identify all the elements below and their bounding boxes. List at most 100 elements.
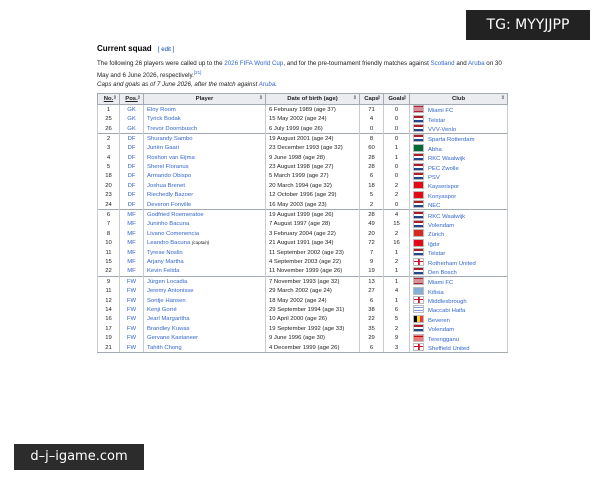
edit-link[interactable]: [ edit ]	[158, 47, 174, 53]
player-position[interactable]: FW	[119, 342, 144, 354]
player-name[interactable]: Joshua Brenet	[143, 181, 266, 191]
player-name[interactable]: Trevor Doornbusch	[143, 123, 266, 134]
player-position[interactable]: FW	[119, 295, 144, 306]
player-position[interactable]: DF	[119, 181, 144, 191]
player-name[interactable]: Juninho Bacuna	[143, 219, 266, 230]
player-position[interactable]: DF	[119, 153, 144, 163]
player-name[interactable]: Roshon van Eijma	[143, 153, 266, 163]
player-name[interactable]: Kevin Felida	[143, 266, 266, 277]
header-pos[interactable]: Pos. ⇕	[119, 93, 144, 106]
player-position[interactable]: FW	[119, 276, 144, 287]
player-name[interactable]: Tyrick Bodak	[143, 114, 266, 124]
player-name[interactable]: Juriën Gaari	[143, 143, 266, 154]
player-name[interactable]: Sherel Floranus	[143, 162, 266, 172]
player-position[interactable]: FW	[119, 314, 144, 325]
player-club[interactable]: Abha	[409, 143, 508, 154]
player-name[interactable]: Deveron Fonville	[143, 199, 266, 210]
reference-link[interactable]: [21]	[194, 70, 202, 75]
player-position[interactable]: DF	[119, 190, 144, 200]
player-position[interactable]: MF	[119, 219, 144, 230]
table-row: 7 MF Juninho Bacuna 7 August 1997 (age 28) 4…	[97, 219, 508, 230]
player-club[interactable]: Beveren	[409, 314, 508, 325]
player-club[interactable]: Kifisia	[409, 286, 508, 296]
player-position[interactable]: DF	[119, 171, 144, 182]
player-club[interactable]: RKC Waalwijk	[409, 153, 508, 163]
player-position[interactable]: DF	[119, 199, 144, 210]
player-name[interactable]: Shurandy Sambo	[143, 133, 266, 144]
player-club[interactable]: Konyaspor	[409, 190, 508, 200]
player-name[interactable]: Brandley Kuwas	[143, 324, 266, 334]
player-club[interactable]: Middlesbrough	[409, 295, 508, 306]
player-club[interactable]: Kayserispor	[409, 181, 508, 191]
player-position[interactable]: DF	[119, 162, 144, 172]
aruba-note-link[interactable]: Aruba	[259, 81, 276, 88]
player-position[interactable]: GK	[119, 114, 144, 124]
sort-icon[interactable]: ⇕	[137, 95, 141, 101]
player-club[interactable]: Sheffield United	[409, 342, 508, 354]
player-name[interactable]: Kenji Gorré	[143, 305, 266, 315]
player-position[interactable]: MF	[119, 209, 144, 220]
player-caps: 7	[359, 247, 384, 258]
player-position[interactable]: DF	[119, 143, 144, 154]
player-club[interactable]: Terengganu	[409, 333, 508, 343]
player-name[interactable]: Leandro Bacuna (captain)	[143, 238, 266, 248]
player-position[interactable]: FW	[119, 305, 144, 315]
header-goals[interactable]: Goals ⇕	[383, 93, 410, 106]
player-name[interactable]: Livano Comenencia	[143, 229, 266, 239]
player-name[interactable]: Eloy Room	[143, 104, 266, 115]
player-club[interactable]: Iğdır	[409, 238, 508, 248]
player-club[interactable]: Maccabi Haifa	[409, 305, 508, 315]
player-position[interactable]: FW	[119, 286, 144, 296]
sort-icon[interactable]: ⇕	[501, 95, 505, 101]
header-club[interactable]: Club ⇕	[409, 93, 508, 106]
player-club[interactable]: RKC Waalwijk	[409, 209, 508, 220]
sort-icon[interactable]: ⇕	[353, 95, 357, 101]
player-club[interactable]: Den Bosch	[409, 266, 508, 277]
player-name[interactable]: Gervane Kastaneer	[143, 333, 266, 343]
player-club[interactable]: NEC	[409, 199, 508, 210]
aruba-link[interactable]: Aruba	[468, 60, 485, 67]
player-club[interactable]: Volendam	[409, 219, 508, 230]
player-club[interactable]: VVV-Venlo	[409, 123, 508, 134]
player-position[interactable]: FW	[119, 324, 144, 334]
player-position[interactable]: MF	[119, 257, 144, 267]
player-club[interactable]: Telstar	[409, 247, 508, 258]
player-club[interactable]: Zürich	[409, 229, 508, 239]
player-club[interactable]: Volendam	[409, 324, 508, 334]
sort-icon[interactable]: ⇕	[259, 95, 263, 101]
sort-icon[interactable]: ⇕	[113, 95, 117, 101]
player-position[interactable]: GK	[119, 123, 144, 134]
player-club[interactable]: Miami FC	[409, 276, 508, 287]
player-position[interactable]: FW	[119, 333, 144, 343]
player-position[interactable]: GK	[119, 104, 144, 115]
player-name[interactable]: Sontje Hansen	[143, 295, 266, 306]
player-name[interactable]: Jearl Margaritha	[143, 314, 266, 325]
sort-icon[interactable]: ⇕	[403, 95, 407, 101]
player-club[interactable]: Telstar	[409, 114, 508, 124]
header-no[interactable]: No. ⇕	[97, 93, 120, 106]
player-name[interactable]: Tahith Chong	[143, 342, 266, 354]
world-cup-link[interactable]: 2026 FIFA World Cup	[224, 60, 283, 67]
player-position[interactable]: MF	[119, 238, 144, 248]
player-name[interactable]: Jürgen Locadia	[143, 276, 266, 287]
player-name[interactable]: Riechedly Bazoer	[143, 190, 266, 200]
player-position[interactable]: MF	[119, 229, 144, 239]
player-position[interactable]: MF	[119, 247, 144, 258]
player-name[interactable]: Godfried Roemeratoe	[143, 209, 266, 220]
scotland-link[interactable]: Scotland	[431, 60, 455, 67]
header-player[interactable]: Player ⇕	[143, 93, 266, 106]
player-club[interactable]: PSV	[409, 171, 508, 182]
player-club[interactable]: Miami FC	[409, 104, 508, 115]
header-dob[interactable]: Date of birth (age) ⇕	[265, 93, 360, 106]
player-name[interactable]: Tyrese Noslin	[143, 247, 266, 258]
player-position[interactable]: DF	[119, 133, 144, 144]
player-position[interactable]: MF	[119, 266, 144, 277]
sort-icon[interactable]: ⇕	[377, 95, 381, 101]
player-name[interactable]: Arjany Martha	[143, 257, 266, 267]
player-club[interactable]: PEC Zwolle	[409, 162, 508, 172]
player-club[interactable]: Rotherham United	[409, 257, 508, 267]
player-name[interactable]: Jeremy Antonisse	[143, 286, 266, 296]
header-caps[interactable]: Caps ⇕	[359, 93, 384, 106]
player-club[interactable]: Sparta Rotterdam	[409, 133, 508, 144]
player-name[interactable]: Armando Obispo	[143, 171, 266, 182]
